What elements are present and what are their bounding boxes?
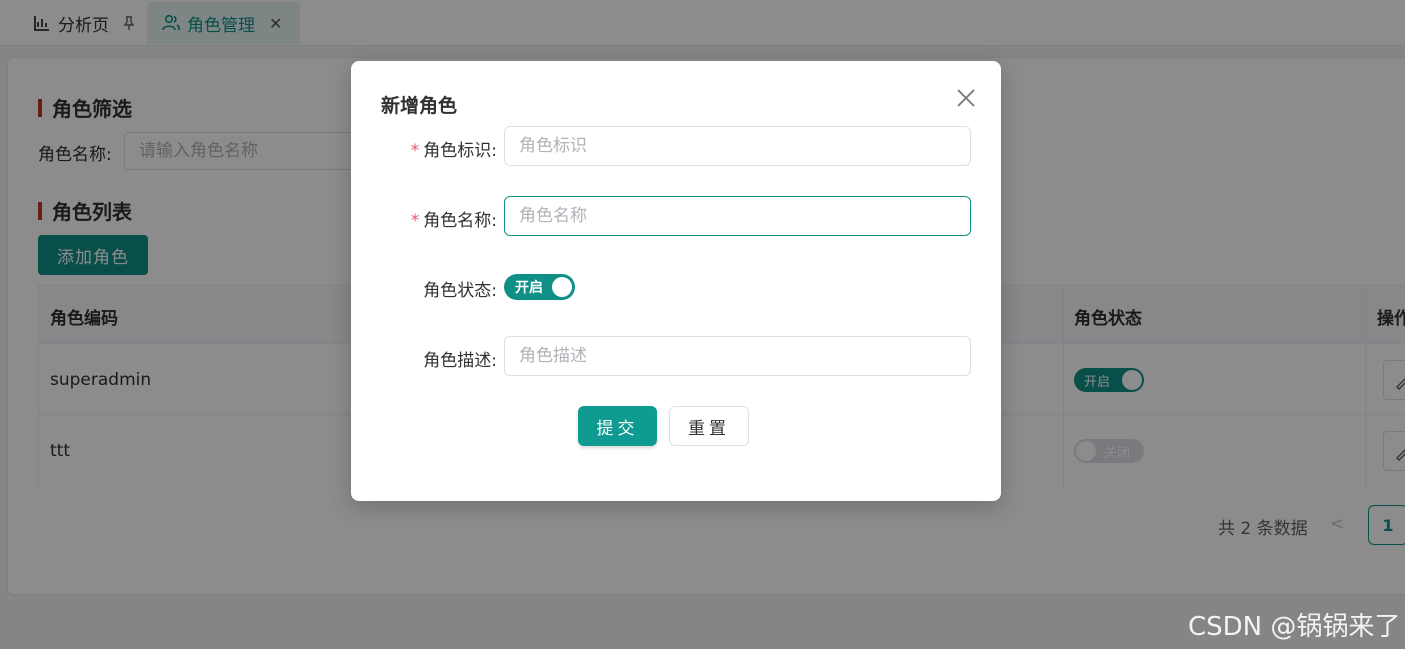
required-mark: *: [410, 141, 420, 161]
role-status-label: 角色状态:: [423, 281, 497, 301]
role-description-input[interactable]: [504, 336, 971, 376]
submit-button[interactable]: 提交: [578, 406, 657, 446]
required-mark: *: [410, 211, 420, 231]
watermark: CSDN @锅锅来了: [1188, 612, 1401, 642]
role-description-label: 角色描述:: [423, 351, 497, 371]
dialog-title: 新增角色: [381, 95, 458, 117]
role-id-label: * 角色标识:: [410, 141, 497, 161]
add-role-dialog: 新增角色 *角色标识: *角色名称: 角色状态: 开启 角色描述: 提交 重置: [351, 61, 1001, 501]
close-icon[interactable]: [955, 87, 977, 109]
role-id-input[interactable]: [504, 126, 971, 166]
switch-knob: [552, 277, 572, 297]
role-status-switch[interactable]: 开启: [504, 274, 575, 300]
role-name-label: * 角色名称:: [410, 211, 497, 231]
role-name-input[interactable]: [504, 196, 971, 236]
reset-button[interactable]: 重置: [669, 406, 749, 446]
